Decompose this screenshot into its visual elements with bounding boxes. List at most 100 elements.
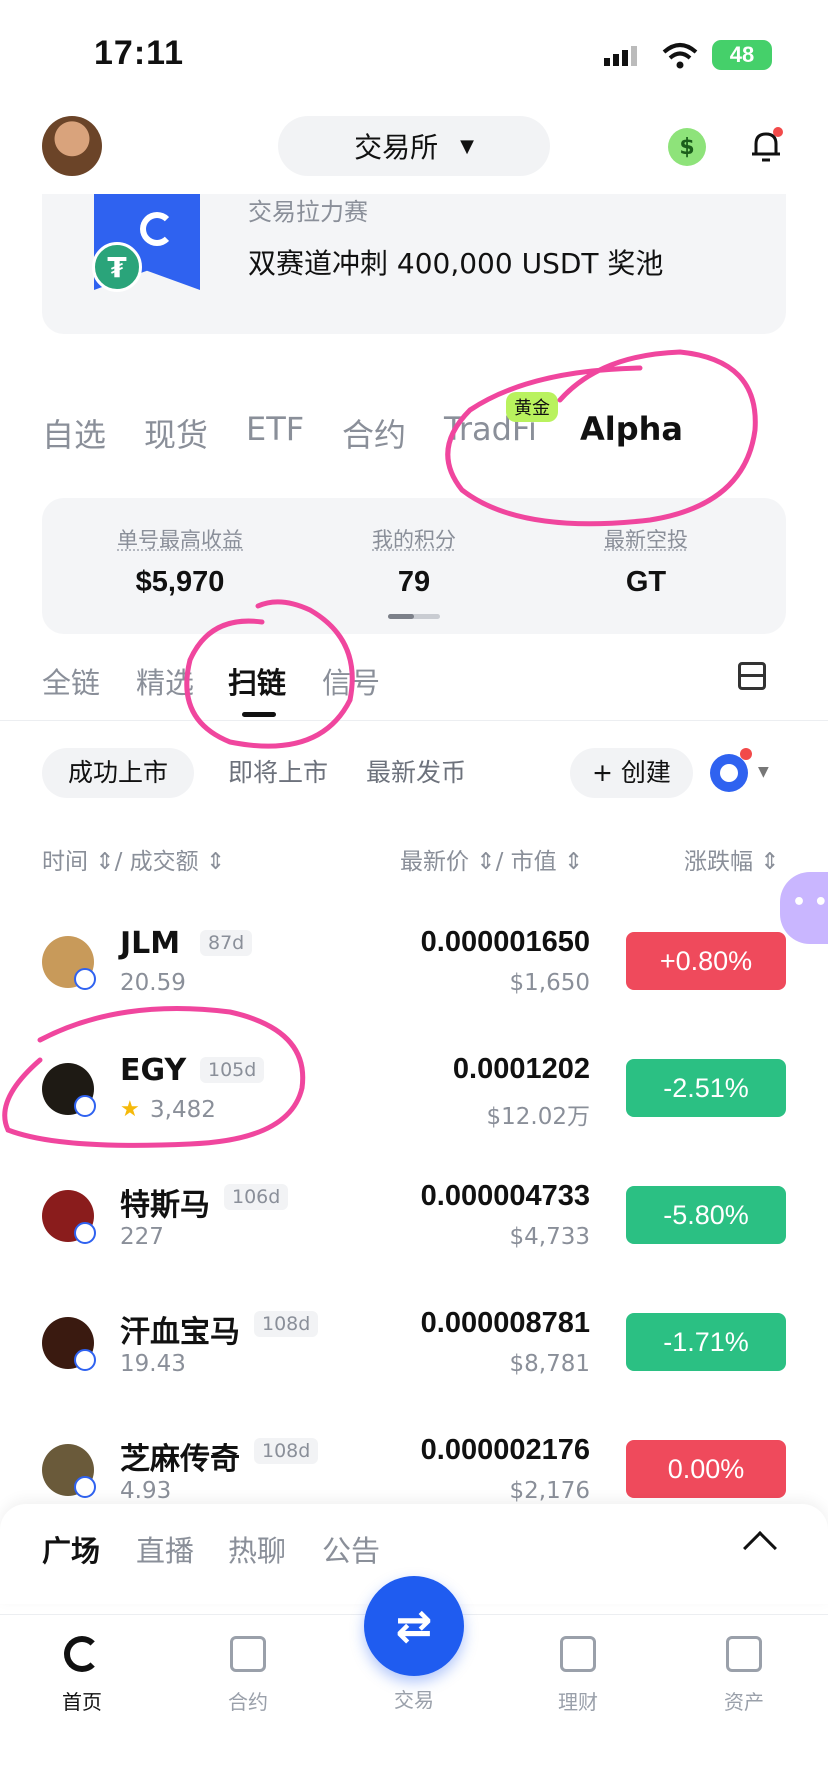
chip-new-tokens[interactable]: 最新发币 — [366, 748, 466, 798]
tether-icon: ₮ — [92, 242, 142, 292]
price-change-badge[interactable]: -1.71% — [626, 1313, 786, 1371]
nav-label: 首页 — [62, 1690, 102, 1714]
token-age: 106d — [224, 1184, 289, 1210]
subtab-signal[interactable]: 信号 — [322, 660, 380, 702]
home-icon — [64, 1636, 100, 1672]
token-price: 0.000008781 — [420, 1307, 590, 1339]
chevron-down-icon[interactable]: ▼ — [758, 764, 769, 780]
token-price: 0.000001650 — [420, 926, 590, 958]
token-volume: 4.93 — [120, 1478, 172, 1504]
subtab-all-chains[interactable]: 全链 — [42, 660, 100, 702]
tab-spot[interactable]: 现货 — [144, 410, 208, 456]
token-volume: 20.59 — [120, 970, 186, 996]
nav-assets[interactable]: 资产 — [684, 1636, 804, 1715]
exchange-label: 交易所 — [354, 131, 439, 164]
finance-icon — [560, 1636, 596, 1672]
sheet-tab-square[interactable]: 广场 — [42, 1528, 100, 1570]
star-icon: ★ — [120, 1097, 140, 1122]
subtab-featured[interactable]: 精选 — [136, 660, 194, 702]
sheet-tab-live[interactable]: 直播 — [136, 1528, 194, 1570]
nav-trade[interactable]: 交易 — [354, 1684, 474, 1713]
wallet-icon — [726, 1636, 762, 1672]
tab-contract[interactable]: 合约 — [342, 410, 406, 456]
chip-upcoming[interactable]: 即将上市 — [228, 748, 328, 798]
token-market-cap: $1,650 — [509, 970, 590, 996]
token-volume: 19.43 — [120, 1351, 186, 1377]
token-age: 105d — [200, 1057, 265, 1083]
nav-finance[interactable]: 理财 — [518, 1636, 638, 1715]
token-name: 汗血宝马 — [120, 1315, 240, 1350]
token-name: 芝麻传奇 — [120, 1442, 240, 1477]
nav-label: 交易 — [394, 1688, 434, 1712]
token-name: JLM — [120, 926, 181, 961]
token-age: 108d — [254, 1438, 319, 1464]
contract-icon — [230, 1636, 266, 1672]
token-market-cap: $12.02万 — [486, 1104, 590, 1130]
chain-badge-icon — [74, 1349, 96, 1371]
token-name: 特斯马 — [120, 1188, 210, 1223]
brand-logo-icon — [140, 212, 174, 246]
nav-label: 合约 — [228, 1690, 268, 1714]
column-time-volume[interactable]: 时间 ⇕/ 成交额 ⇕ — [42, 842, 225, 876]
stat-value-airdrop: GT — [625, 566, 667, 598]
nav-home[interactable]: 首页 — [22, 1636, 142, 1715]
chevron-down-icon: ▼ — [460, 135, 474, 157]
bell-icon[interactable] — [746, 126, 786, 166]
column-change[interactable]: 涨跌幅 ⇕ — [684, 842, 780, 876]
gold-badge: 黄金 — [506, 392, 558, 422]
chain-badge-icon — [74, 968, 96, 990]
banner-subtitle: 交易拉力赛 — [248, 198, 368, 226]
sheet-tab-chat[interactable]: 热聊 — [228, 1528, 286, 1570]
token-market-cap: $4,733 — [509, 1224, 590, 1250]
signal-icon — [604, 46, 637, 66]
stat-label-points: 我的积分 — [372, 528, 456, 552]
token-name: EGY — [120, 1053, 187, 1088]
token-market-cap: $8,781 — [509, 1351, 590, 1377]
token-market-cap: $2,176 — [509, 1478, 590, 1504]
sheet-tab-announce[interactable]: 公告 — [322, 1528, 380, 1570]
stat-value-max-profit: $5,970 — [135, 566, 225, 598]
status-time: 17:11 — [94, 34, 185, 72]
swap-icon: ⇄ — [395, 1600, 433, 1652]
banner-title: 双赛道冲刺 400,000 USDT 奖池 — [248, 247, 664, 280]
notification-dot — [740, 748, 752, 760]
tab-alpha[interactable]: Alpha — [580, 410, 683, 448]
token-price: 0.000004733 — [420, 1180, 590, 1212]
chain-badge-icon — [74, 1095, 96, 1117]
token-price: 0.000002176 — [420, 1434, 590, 1466]
create-button[interactable]: + 创建 — [570, 748, 693, 798]
dollar-coin-icon[interactable]: $ — [668, 128, 706, 166]
active-tab-underline — [242, 712, 276, 717]
subtab-scan[interactable]: 扫链 — [228, 660, 286, 702]
chain-badge-icon — [74, 1222, 96, 1244]
token-volume: 227 — [120, 1224, 164, 1250]
exchange-selector[interactable]: 交易所 ▼ — [278, 116, 550, 176]
token-age: 108d — [254, 1311, 319, 1337]
layout-toggle-icon[interactable] — [738, 662, 766, 690]
trade-button[interactable]: ⇄ — [364, 1576, 464, 1676]
column-price-mcap[interactable]: 最新价 ⇕/ 市值 ⇕ — [400, 842, 583, 876]
token-price: 0.0001202 — [452, 1053, 590, 1085]
stat-label-airdrop: 最新空投 — [604, 528, 688, 552]
chain-badge-icon — [74, 1476, 96, 1498]
avatar[interactable] — [42, 116, 102, 176]
battery-indicator: 48 — [712, 40, 772, 70]
price-change-badge[interactable]: +0.80% — [626, 932, 786, 990]
nav-label: 资产 — [724, 1690, 764, 1714]
price-change-badge[interactable]: -5.80% — [626, 1186, 786, 1244]
wifi-icon — [662, 43, 698, 69]
nav-label: 理财 — [558, 1690, 598, 1714]
nav-contract[interactable]: 合约 — [188, 1636, 308, 1715]
chip-listed[interactable]: 成功上市 — [42, 748, 195, 798]
tab-favorites[interactable]: 自选 — [42, 410, 106, 456]
stat-value-points: 79 — [397, 566, 431, 598]
divider — [0, 720, 828, 721]
price-change-badge[interactable]: 0.00% — [626, 1440, 786, 1498]
price-change-badge[interactable]: -2.51% — [626, 1059, 786, 1117]
token-volume: 3,482 — [150, 1097, 216, 1123]
chain-selector-icon[interactable] — [710, 754, 748, 792]
token-age: 87d — [200, 930, 253, 956]
stat-label-max-profit: 单号最高收益 — [117, 528, 243, 552]
tab-etf[interactable]: ETF — [246, 410, 304, 448]
carousel-indicator — [388, 614, 440, 619]
